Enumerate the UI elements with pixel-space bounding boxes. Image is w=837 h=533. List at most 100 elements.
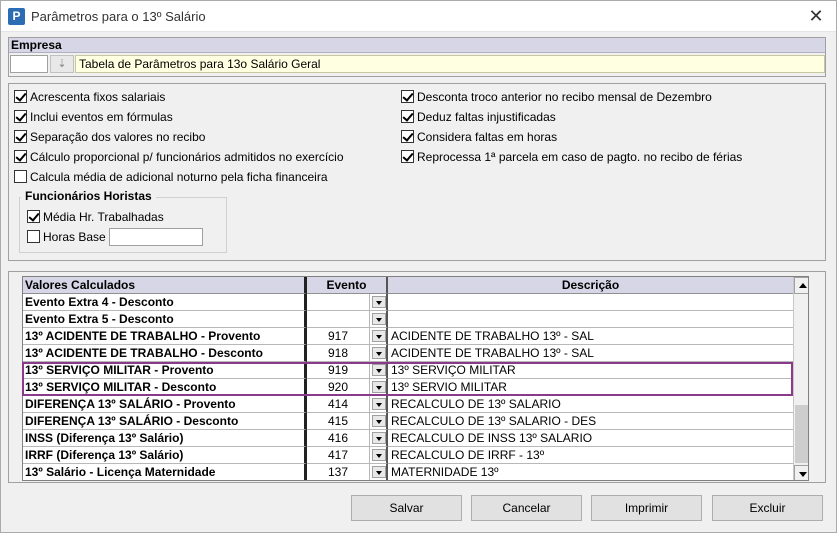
cell-dropdown[interactable] [370, 413, 388, 430]
cell-dropdown[interactable] [370, 396, 388, 413]
col-header-evento[interactable]: Evento [307, 277, 388, 294]
cell-dropdown[interactable] [370, 294, 388, 311]
table-row[interactable]: 13º ACIDENTE DE TRABALHO - Provento 917 AC… [23, 328, 793, 345]
cell-evento-input[interactable]: 415 [307, 413, 370, 430]
cell-evento-input[interactable]: 417 [307, 447, 370, 464]
checkbox-box[interactable] [27, 210, 40, 223]
cell-dropdown[interactable] [370, 464, 388, 480]
chevron-down-icon[interactable] [372, 432, 386, 444]
close-icon[interactable]: ✕ [806, 6, 826, 26]
table-row[interactable]: IRRF (Diferença 13º Salário) 417 RECALCULO… [23, 447, 793, 464]
empresa-code-input[interactable] [10, 55, 48, 73]
print-button[interactable]: Imprimir [591, 495, 702, 521]
cell-dropdown[interactable] [370, 430, 388, 447]
checkbox-label: Cálculo proporcional p/ funcionários adm… [30, 150, 344, 164]
cell-evento-input[interactable] [307, 311, 370, 328]
table-row[interactable]: DIFERENÇA 13º SALÁRIO - Provento 414 RECAL… [23, 396, 793, 413]
horas-base-input[interactable] [109, 228, 203, 246]
checkbox-label: Calcula média de adicional noturno pela … [30, 170, 328, 184]
checkbox-media-adicional-noturno[interactable]: Calcula média de adicional noturno pela … [14, 169, 328, 185]
checkbox-box[interactable] [14, 170, 27, 183]
checkbox-box[interactable] [14, 90, 27, 103]
table-row[interactable]: Evento Extra 4 - Desconto [23, 294, 793, 311]
cell-dropdown[interactable] [370, 311, 388, 328]
chevron-down-icon[interactable] [372, 330, 386, 342]
checkbox-label: Deduz faltas injustificadas [417, 110, 556, 124]
scroll-up-icon[interactable] [794, 277, 808, 294]
cell-dropdown[interactable] [370, 447, 388, 464]
chevron-down-icon[interactable] [372, 381, 386, 393]
checkbox-desconta-troco[interactable]: Desconta troco anterior no recibo mensal… [401, 89, 712, 105]
checkbox-box[interactable] [14, 110, 27, 123]
cell-valor-calculado: DIFERENÇA 13º SALÁRIO - Desconto [23, 413, 307, 430]
scroll-down-icon[interactable] [794, 465, 808, 480]
checkbox-label: Separação dos valores no recibo [30, 130, 206, 144]
table-row[interactable]: INSS (Diferença 13º Salário) 416 RECALCULO… [23, 430, 793, 447]
cell-descricao: RECALCULO DE IRRF - 13º [388, 447, 793, 464]
cell-evento-input[interactable]: 919 [307, 362, 370, 379]
checkbox-box[interactable] [401, 90, 414, 103]
cell-valor-calculado: IRRF (Diferença 13º Salário) [23, 447, 307, 464]
checkbox-box[interactable] [14, 130, 27, 143]
checkbox-box[interactable] [27, 230, 40, 243]
cell-dropdown[interactable] [370, 345, 388, 362]
cell-evento-input[interactable]: 416 [307, 430, 370, 447]
checkbox-deduz-faltas[interactable]: Deduz faltas injustificadas [401, 109, 556, 125]
chevron-down-icon[interactable] [372, 296, 386, 308]
checkbox-box[interactable] [14, 150, 27, 163]
checkbox-box[interactable] [401, 110, 414, 123]
cell-evento-input[interactable]: 414 [307, 396, 370, 413]
checkbox-label: Desconta troco anterior no recibo mensal… [417, 90, 712, 104]
checkbox-faltas-horas[interactable]: Considera faltas em horas [401, 129, 557, 145]
cell-evento-input[interactable]: 920 [307, 379, 370, 396]
cell-descricao [388, 294, 793, 311]
table-row[interactable]: 13º ACIDENTE DE TRABALHO - Desconto 918 AC… [23, 345, 793, 362]
col-header-descricao[interactable]: Descrição [388, 277, 793, 294]
cancel-button[interactable]: Cancelar [471, 495, 582, 521]
cell-dropdown[interactable] [370, 328, 388, 345]
window-title: Parâmetros para o 13º Salário [31, 9, 206, 24]
checkbox-horas-base[interactable]: Horas Base [27, 229, 106, 245]
save-button[interactable]: Salvar [351, 495, 462, 521]
cell-dropdown[interactable] [370, 362, 388, 379]
table-row[interactable]: 13º SERVIÇO MILITAR - Desconto 920 13º SER… [23, 379, 793, 396]
table-row[interactable]: 13º SERVIÇO MILITAR - Provento 919 13º SER… [23, 362, 793, 379]
chevron-down-icon[interactable] [372, 415, 386, 427]
checkbox-reprocessa-parcela[interactable]: Reprocessa 1ª parcela em caso de pagto. … [401, 149, 742, 165]
title-bar[interactable]: P Parâmetros para o 13º Salário ✕ [1, 1, 836, 32]
table-row[interactable]: Evento Extra 5 - Desconto [23, 311, 793, 328]
checkbox-separacao-valores[interactable]: Separação dos valores no recibo [14, 129, 205, 145]
empresa-panel: Empresa ⇣ Tabela de Parâmetros para 13o … [8, 37, 826, 77]
checkbox-inclui-eventos[interactable]: Inclui eventos em fórmulas [14, 109, 173, 125]
cell-evento-input[interactable]: 918 [307, 345, 370, 362]
scroll-thumb[interactable] [795, 405, 808, 463]
cell-evento-input[interactable]: 137 [307, 464, 370, 480]
chevron-down-icon[interactable] [372, 313, 386, 325]
cell-dropdown[interactable] [370, 379, 388, 396]
cell-valor-calculado: DIFERENÇA 13º SALÁRIO - Provento [23, 396, 307, 413]
vertical-scrollbar[interactable] [793, 277, 808, 480]
chevron-down-icon[interactable] [372, 347, 386, 359]
table-row[interactable]: 13º Salário - Licença Maternidade 137 MATE… [23, 464, 793, 480]
cell-evento-input[interactable] [307, 294, 370, 311]
checkbox-label: Inclui eventos em fórmulas [30, 110, 173, 124]
checkbox-box[interactable] [401, 150, 414, 163]
checkbox-calculo-proporcional[interactable]: Cálculo proporcional p/ funcionários adm… [14, 149, 344, 165]
empresa-header: Empresa [9, 38, 825, 53]
chevron-down-icon[interactable] [372, 398, 386, 410]
checkbox-media-hr-trabalhadas[interactable]: Média Hr. Trabalhadas [27, 209, 164, 225]
checkbox-label: Acrescenta fixos salariais [30, 90, 166, 104]
chevron-down-icon[interactable] [372, 364, 386, 376]
valores-grid: Valores Calculados Evento Descrição Even… [22, 276, 809, 481]
cell-evento-input[interactable]: 917 [307, 328, 370, 345]
checkbox-label: Média Hr. Trabalhadas [43, 210, 164, 224]
delete-button[interactable]: Excluir [712, 495, 823, 521]
checkbox-acrescenta-fixos[interactable]: Acrescenta fixos salariais [14, 89, 165, 105]
chevron-down-icon[interactable] [372, 466, 386, 478]
cell-descricao: 13º SERVIO MILITAR [388, 379, 793, 396]
lookup-icon[interactable]: ⇣ [50, 55, 74, 73]
checkbox-box[interactable] [401, 130, 414, 143]
table-row[interactable]: DIFERENÇA 13º SALÁRIO - Desconto 415 RECAL… [23, 413, 793, 430]
chevron-down-icon[interactable] [372, 449, 386, 461]
col-header-valores[interactable]: Valores Calculados [23, 277, 307, 294]
